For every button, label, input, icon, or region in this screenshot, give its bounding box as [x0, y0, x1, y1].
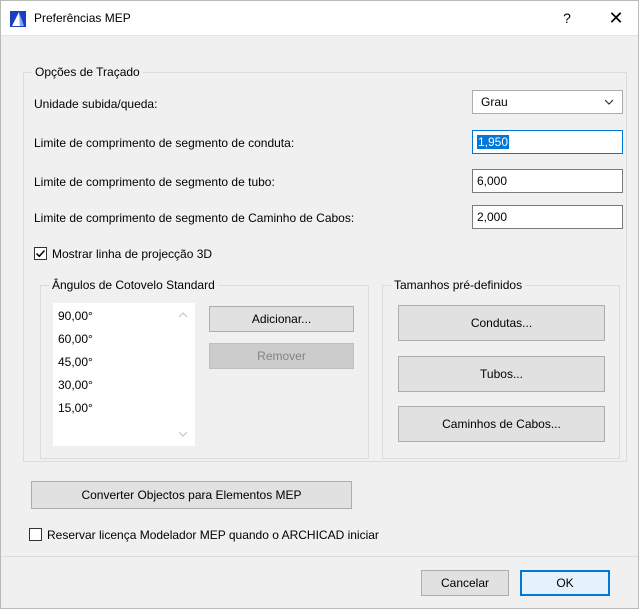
list-item[interactable]: 15,00°	[58, 401, 93, 415]
elbow-angles-list[interactable]: 90,00° 60,00° 45,00° 30,00° 15,00°	[53, 303, 195, 446]
cable-segment-limit-label: Limite de comprimento de segmento de Cam…	[34, 211, 355, 225]
ok-button[interactable]: OK	[520, 570, 610, 596]
pipe-segment-limit-value: 6,000	[477, 174, 508, 188]
rise-fall-unit-select[interactable]: Grau	[472, 90, 623, 114]
cancel-button[interactable]: Cancelar	[421, 570, 509, 596]
list-item[interactable]: 60,00°	[58, 332, 93, 346]
window-title: Preferências MEP	[34, 11, 131, 25]
show-3d-projection-checkbox[interactable]	[34, 247, 47, 260]
cable-segment-limit-field[interactable]: 2,000	[472, 205, 623, 229]
cable-segment-limit-value: 2,000	[477, 210, 508, 224]
scroll-down-icon[interactable]	[178, 430, 188, 438]
title-bar: Preferências MEP ? ✕	[0, 0, 639, 36]
pipes-button[interactable]: Tubos...	[398, 356, 605, 392]
rise-fall-unit-value: Grau	[481, 95, 508, 109]
reserve-license-checkbox[interactable]	[29, 528, 42, 541]
elbow-angles-title: Ângulos de Cotovelo Standard	[49, 278, 218, 292]
footer-separator	[1, 556, 638, 557]
add-angle-button[interactable]: Adicionar...	[209, 306, 354, 332]
cable-carriers-button[interactable]: Caminhos de Cabos...	[398, 406, 605, 442]
preset-sizes-title: Tamanhos pré-definidos	[391, 278, 526, 292]
pipe-segment-limit-field[interactable]: 6,000	[472, 169, 623, 193]
help-button[interactable]: ?	[544, 0, 590, 36]
pipe-segment-limit-label: Limite de comprimento de segmento de tub…	[34, 175, 275, 189]
remove-angle-button[interactable]: Remover	[209, 343, 354, 369]
reserve-license-label[interactable]: Reservar licença Modelador MEP quando o …	[47, 528, 379, 542]
show-3d-projection-label[interactable]: Mostrar linha de projecção 3D	[52, 247, 212, 261]
duct-segment-limit-label: Limite de comprimento de segmento de con…	[34, 136, 295, 150]
chevron-down-icon	[604, 99, 614, 105]
list-item[interactable]: 30,00°	[58, 378, 93, 392]
duct-segment-limit-value: 1,950	[477, 135, 510, 149]
list-item[interactable]: 45,00°	[58, 355, 93, 369]
ducts-button[interactable]: Condutas...	[398, 305, 605, 341]
checkmark-icon	[35, 249, 46, 258]
rise-fall-unit-label: Unidade subida/queda:	[34, 97, 158, 111]
duct-segment-limit-field[interactable]: 1,950	[472, 130, 623, 154]
routing-options-title: Opções de Traçado	[32, 65, 143, 79]
scroll-up-icon[interactable]	[178, 311, 188, 319]
list-item[interactable]: 90,00°	[58, 309, 93, 323]
archicad-app-icon	[10, 11, 26, 27]
convert-objects-button[interactable]: Converter Objectos para Elementos MEP	[31, 481, 352, 509]
close-button[interactable]: ✕	[593, 0, 639, 36]
